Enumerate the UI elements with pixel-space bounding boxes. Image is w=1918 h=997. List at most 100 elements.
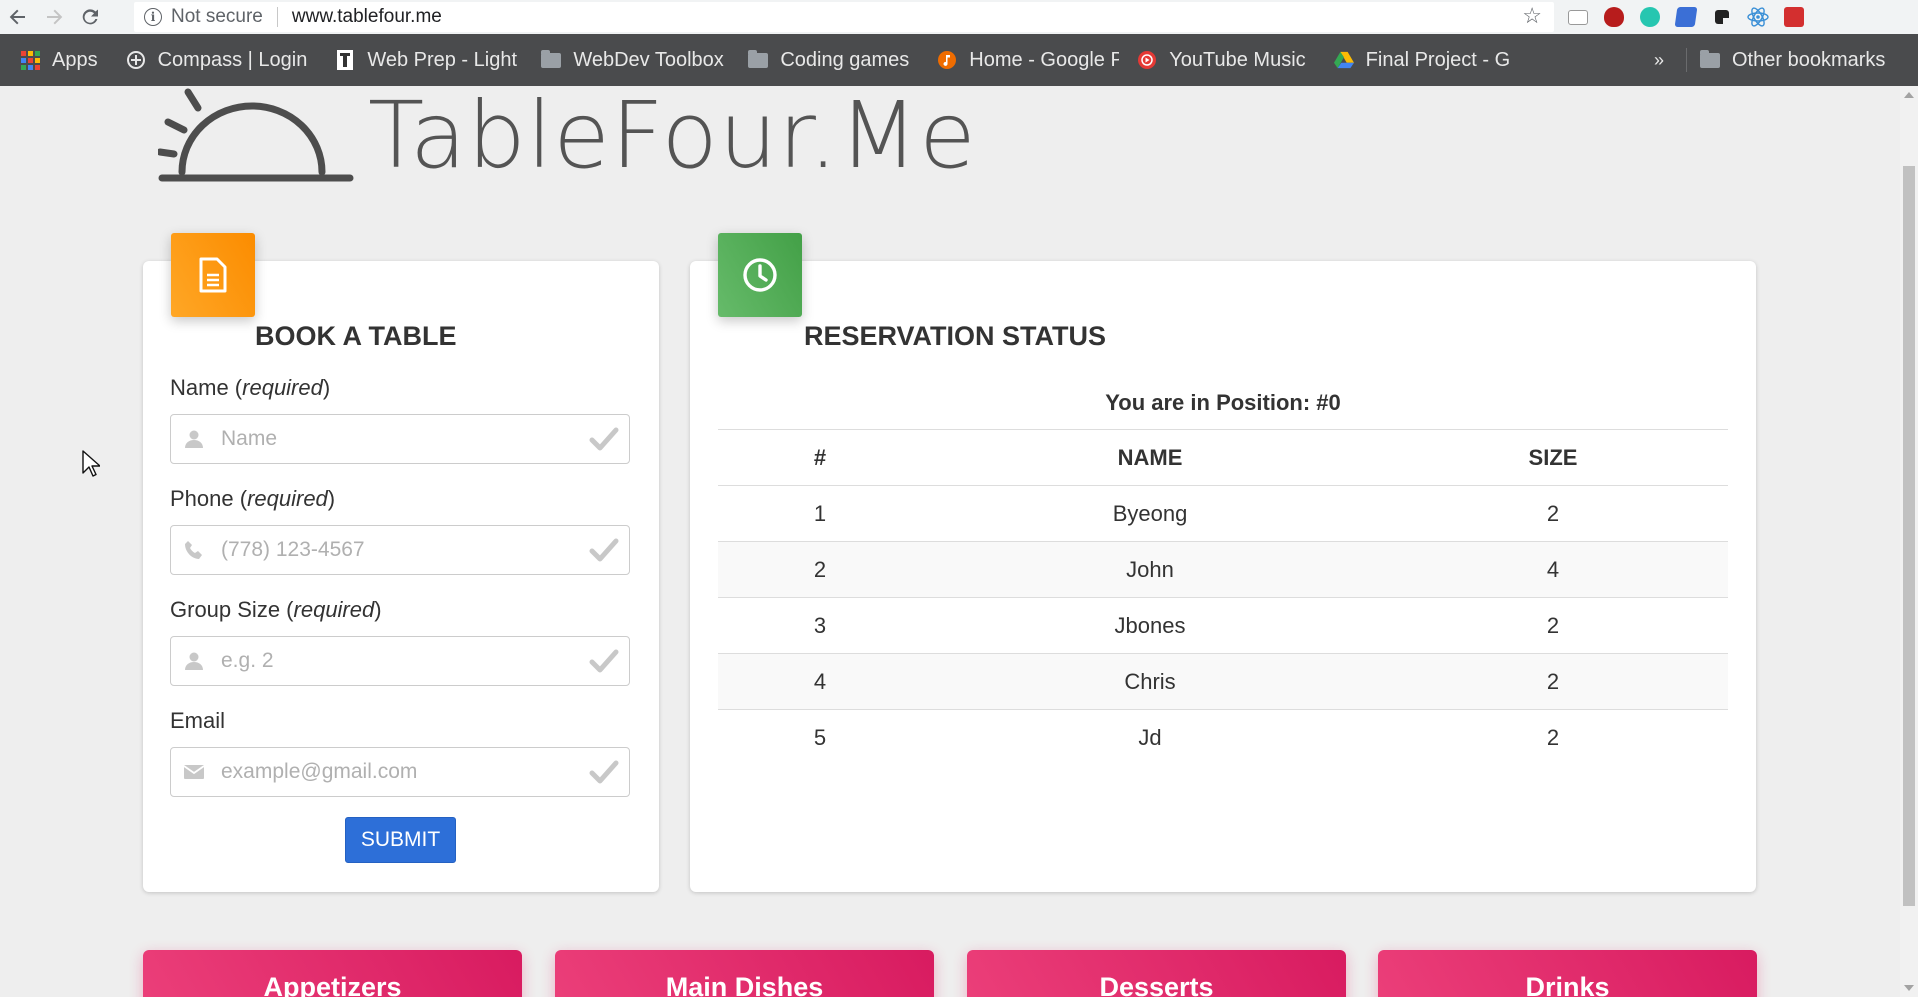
- address-bar[interactable]: i Not secure www.tablefour.me ☆: [134, 2, 1554, 32]
- group-size-required-text: required: [293, 597, 375, 622]
- menu-tab-desserts[interactable]: Desserts: [967, 950, 1346, 997]
- reservation-status-title: RESERVATION STATUS: [804, 321, 1107, 351]
- check-icon: [589, 425, 619, 453]
- group-size-label: Group Size (required): [170, 597, 382, 622]
- phone-field[interactable]: [170, 525, 630, 575]
- user-icon: [183, 428, 205, 450]
- row-number: 4: [718, 653, 922, 710]
- menu-tab-main-dishes[interactable]: Main Dishes: [555, 950, 934, 997]
- email-field[interactable]: [170, 747, 630, 797]
- column-header-number: #: [718, 429, 922, 486]
- bookmark-label: Home - Google P: [969, 48, 1120, 71]
- group-size-label-text: Group Size: [170, 597, 281, 622]
- screenshot-extension-icon[interactable]: [1668, 2, 1704, 32]
- bookmark-coding-games[interactable]: Coding games: [730, 34, 919, 86]
- row-size: 2: [1546, 724, 1560, 750]
- row-name: Jd: [1138, 724, 1162, 750]
- phone-icon: [183, 539, 205, 561]
- row-number: 1: [718, 485, 922, 542]
- phone-required-text: required: [247, 486, 328, 511]
- table-row: 1 Byeong 2: [718, 485, 1728, 542]
- webprep-icon: [335, 50, 355, 70]
- jsonview-extension-icon[interactable]: [1704, 2, 1740, 32]
- queue-position-text: You are in Position: #0: [1105, 390, 1341, 415]
- group-size-input[interactable]: [221, 649, 581, 673]
- row-size: 2: [1378, 653, 1728, 710]
- bookmark-web-prep[interactable]: Web Prep - Light: [317, 34, 523, 86]
- name-input[interactable]: [221, 427, 581, 451]
- user-icon: [183, 650, 205, 672]
- bookmark-label: Apps: [52, 48, 98, 71]
- table-row: 5 Jd 2: [718, 710, 1728, 766]
- info-icon[interactable]: i: [144, 8, 162, 26]
- envelope-icon: [183, 761, 205, 783]
- reservation-status-card: RESERVATION STATUS You are in Position: …: [690, 233, 1756, 892]
- page-scrollbar[interactable]: [1900, 86, 1918, 997]
- bookmark-apps[interactable]: Apps: [0, 34, 108, 86]
- group-size-field[interactable]: [170, 636, 630, 686]
- momentum-icon[interactable]: [1632, 2, 1668, 32]
- row-name: Chris: [922, 653, 1378, 710]
- bookmark-youtube-music[interactable]: YouTube Music: [1119, 34, 1315, 86]
- column-header-name: NAME: [922, 429, 1378, 486]
- submit-button[interactable]: SUBMIT: [345, 817, 456, 863]
- email-input[interactable]: [221, 760, 581, 784]
- bookmarks-bar: Apps Compass | Login Web Prep - Light We…: [0, 34, 1918, 86]
- phone-label: Phone (required): [170, 486, 336, 511]
- bookmark-final-project[interactable]: Final Project - Go: [1316, 34, 1510, 86]
- react-devtools-icon[interactable]: [1740, 2, 1776, 32]
- bookmark-label: Web Prep - Light: [367, 48, 518, 71]
- reservation-table: # NAME SIZE 1 Byeong 2 2 John 4 3 Jbones…: [718, 429, 1728, 766]
- site-logo[interactable]: TableFour.Me: [156, 86, 988, 189]
- other-bookmarks-label: Other bookmarks: [1732, 48, 1886, 71]
- name-label-text: Name: [170, 375, 229, 400]
- bookmark-label: Compass | Login: [157, 48, 308, 71]
- reload-button[interactable]: [72, 0, 108, 34]
- compass-icon: [126, 50, 146, 70]
- more-bookmarks-button[interactable]: »: [1654, 34, 1664, 86]
- email-label: Email: [170, 708, 226, 733]
- bookmark-label: Final Project - Go: [1365, 48, 1510, 71]
- cloche-logo-icon: [156, 86, 354, 186]
- menu-tab-appetizers[interactable]: Appetizers: [143, 950, 522, 997]
- name-label: Name (required): [170, 375, 331, 400]
- scroll-up-arrow-icon[interactable]: [1904, 92, 1914, 98]
- check-icon: [589, 647, 619, 675]
- phone-input[interactable]: [221, 538, 581, 562]
- logo-text: TableFour.Me: [368, 86, 977, 189]
- forward-button[interactable]: [36, 0, 72, 34]
- address-divider: [276, 7, 278, 27]
- back-button[interactable]: [0, 0, 36, 34]
- url-text[interactable]: www.tablefour.me: [292, 6, 442, 28]
- youtube-music-icon: [1137, 50, 1157, 70]
- scroll-down-arrow-icon[interactable]: [1904, 985, 1914, 991]
- google-play-music-icon: [937, 50, 957, 70]
- scrollbar-thumb[interactable]: [1903, 166, 1915, 906]
- bookmark-webdev-toolbox[interactable]: WebDev Toolbox: [523, 34, 730, 86]
- folder-icon: [748, 49, 769, 70]
- name-field[interactable]: [170, 414, 630, 464]
- bookmark-google-play-music[interactable]: Home - Google P: [919, 34, 1119, 86]
- row-name: John: [922, 541, 1378, 598]
- table-row: 4 Chris 2: [718, 653, 1728, 710]
- bookmark-label: YouTube Music: [1169, 48, 1306, 71]
- bookmark-star-icon[interactable]: ☆: [1522, 3, 1542, 29]
- book-table-title: BOOK A TABLE: [255, 321, 457, 351]
- pdf-extension-icon[interactable]: [1776, 2, 1812, 32]
- mouse-cursor-icon: [82, 450, 101, 483]
- menu-tab-drinks[interactable]: Drinks: [1378, 950, 1757, 997]
- column-header-size: SIZE: [1378, 429, 1728, 486]
- bookmark-compass[interactable]: Compass | Login: [108, 34, 318, 86]
- row-name: Byeong: [922, 485, 1378, 542]
- bookmarks-divider: [1686, 48, 1687, 72]
- extension-card-icon[interactable]: [1560, 2, 1596, 32]
- bookmark-label: Coding games: [780, 48, 910, 71]
- other-bookmarks[interactable]: Other bookmarks: [1700, 34, 1885, 86]
- table-row: 2 John 4: [718, 541, 1728, 598]
- row-number: 2: [718, 541, 922, 598]
- apps-grid-icon: [20, 50, 40, 70]
- row-number: 5: [813, 724, 827, 750]
- ublock-icon[interactable]: [1596, 2, 1632, 32]
- bookmark-label: WebDev Toolbox: [573, 48, 724, 71]
- row-number: 3: [718, 597, 922, 654]
